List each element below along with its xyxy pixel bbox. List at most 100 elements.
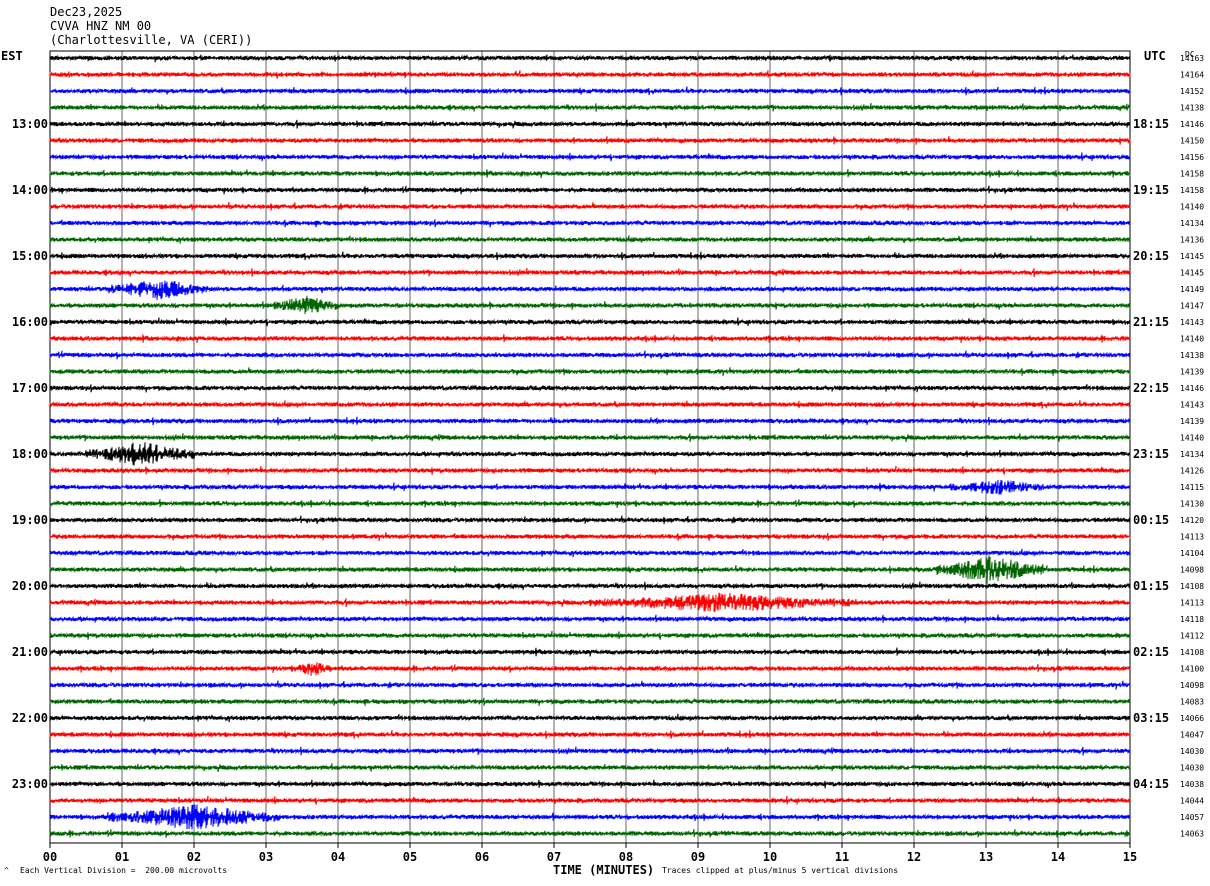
dc-offset-label: 14145 (1180, 269, 1204, 278)
utc-hour-label: 23:15 (1133, 447, 1169, 461)
trace-6 (49, 136, 1131, 145)
x-tick-label: 06 (475, 850, 489, 864)
dc-offset-label: 14136 (1180, 236, 1204, 245)
dc-offset-label: 14139 (1180, 417, 1204, 426)
x-tick-label: 02 (187, 850, 201, 864)
utc-hour-label: 20:15 (1133, 249, 1169, 263)
trace-12 (49, 235, 1131, 244)
trace-11 (49, 219, 1131, 228)
dc-offset-label: 14098 (1180, 681, 1204, 690)
trace-26 (49, 465, 1131, 475)
dc-offset-label: 14104 (1180, 549, 1204, 558)
est-hour-label: 14:00 (12, 183, 48, 197)
est-hour-label: 15:00 (12, 249, 48, 263)
x-tick-label: 11 (835, 850, 849, 864)
scale-note: Each Vertical Division = 200.00 microvol… (20, 866, 228, 875)
utc-hour-label: 19:15 (1133, 183, 1169, 197)
dc-offset-label: 14158 (1180, 170, 1204, 179)
trace-29 (49, 515, 1131, 525)
trace-38 (49, 662, 1131, 677)
dc-offset-label: 14120 (1180, 516, 1204, 525)
dc-offset-label: 14139 (1180, 368, 1204, 377)
est-hour-label: 17:00 (12, 381, 48, 395)
x-tick-label: 10 (763, 850, 777, 864)
trace-27 (49, 479, 1131, 495)
dc-offset-label: 14158 (1180, 186, 1204, 195)
trace-35 (49, 614, 1131, 624)
x-tick-label: 05 (403, 850, 417, 864)
est-hour-label: 16:00 (12, 315, 48, 329)
dc-offset-label: 14140 (1180, 434, 1204, 443)
est-hour-label: 23:00 (12, 777, 48, 791)
trace-5 (49, 119, 1131, 129)
trace-25 (49, 442, 1131, 466)
trace-22 (49, 399, 1131, 409)
trace-32 (49, 555, 1131, 585)
dc-offset-label: 14134 (1180, 219, 1204, 228)
dc-offset-label: 14113 (1180, 599, 1204, 608)
trace-47 (49, 804, 1131, 830)
dc-offset-label: 14063 (1180, 830, 1204, 839)
dc-offset-label: 14164 (1180, 71, 1204, 80)
dc-offset-label: 14113 (1180, 533, 1204, 542)
trace-17 (49, 317, 1131, 327)
dc-offset-label: 14152 (1180, 87, 1204, 96)
trace-4 (49, 103, 1131, 112)
dc-offset-label: 14130 (1180, 500, 1204, 509)
dc-offset-label: 14143 (1180, 318, 1204, 327)
dc-offset-label: 14134 (1180, 450, 1204, 459)
dc-offset-label: 14083 (1180, 698, 1204, 707)
x-axis-title: TIME (MINUTES) (553, 863, 655, 877)
trace-10 (49, 201, 1131, 212)
utc-hour-label: 22:15 (1133, 381, 1169, 395)
x-tick-label: 08 (619, 850, 633, 864)
trace-13 (49, 251, 1131, 261)
est-hour-label: 13:00 (12, 117, 48, 131)
trace-37 (49, 647, 1131, 657)
x-tick-label: 14 (1051, 850, 1065, 864)
utc-hour-label: 18:15 (1133, 117, 1169, 131)
utc-hour-label: 03:15 (1133, 711, 1169, 725)
dc-offset-label: 14100 (1180, 665, 1204, 674)
dc-offset-label: 14145 (1180, 252, 1204, 261)
trace-16 (49, 295, 1131, 315)
dc-offset-label: 14108 (1180, 648, 1204, 657)
dc-offset-label: 14030 (1180, 764, 1204, 773)
trace-3 (49, 86, 1131, 96)
dc-offset-label: 14147 (1180, 302, 1204, 311)
dc-offset-label: 14138 (1180, 351, 1204, 360)
trace-41 (49, 713, 1131, 723)
utc-hour-label: 01:15 (1133, 579, 1169, 593)
dc-offset-label: 14030 (1180, 747, 1204, 756)
dc-offset-label: 14044 (1180, 797, 1204, 806)
trace-44 (49, 763, 1131, 773)
dc-offset-label: 14112 (1180, 632, 1204, 641)
trace-2 (49, 70, 1131, 79)
trace-45 (49, 779, 1131, 789)
utc-hour-label: 04:15 (1133, 777, 1169, 791)
dc-offset-label: 14146 (1180, 120, 1204, 129)
trace-43 (49, 746, 1131, 756)
trace-34 (49, 592, 1131, 612)
trace-36 (49, 630, 1131, 640)
dc-offset-label: 14146 (1180, 384, 1204, 393)
utc-hour-label: 02:15 (1133, 645, 1169, 659)
x-tick-label: 12 (907, 850, 921, 864)
trace-8 (49, 168, 1131, 179)
trace-19 (49, 350, 1131, 360)
trace-28 (49, 498, 1131, 508)
footer-mark: ^ (4, 866, 9, 875)
est-hour-label: 20:00 (12, 579, 48, 593)
dc-offset-label: 14126 (1180, 467, 1204, 476)
trace-15 (49, 280, 1131, 300)
est-hour-label: 21:00 (12, 645, 48, 659)
dc-offset-label: 14149 (1180, 285, 1204, 294)
dc-offset-label: 14098 (1180, 566, 1204, 575)
dc-offset-label: 14138 (1180, 104, 1204, 113)
dc-offset-label: 14108 (1180, 582, 1204, 591)
dc-offset-label: 14115 (1180, 483, 1204, 492)
trace-9 (49, 185, 1131, 195)
est-hour-label: 18:00 (12, 447, 48, 461)
dc-offset-label: 14140 (1180, 203, 1204, 212)
dc-offset-label: 14140 (1180, 335, 1204, 344)
